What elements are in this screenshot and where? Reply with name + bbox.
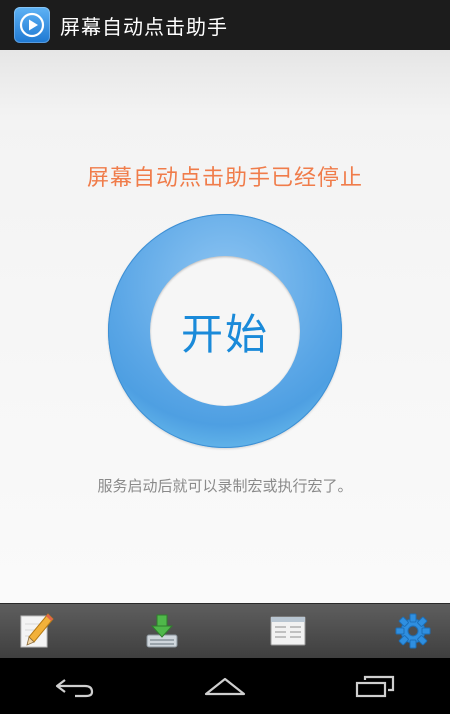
screen: 屏幕自动点击助手 屏幕自动点击助手已经停止 开始 服务启动后就可以录制宏或执行宏… — [0, 0, 450, 714]
import-button[interactable] — [137, 606, 187, 656]
recent-apps-icon — [355, 675, 395, 698]
settings-button[interactable] — [388, 606, 438, 656]
system-nav-bar — [0, 658, 450, 714]
download-icon — [146, 614, 178, 648]
back-button[interactable] — [35, 666, 115, 706]
main-content: 屏幕自动点击助手已经停止 开始 服务启动后就可以录制宏或执行宏了。 — [0, 50, 450, 603]
edit-button[interactable] — [12, 606, 62, 656]
home-button[interactable] — [185, 666, 265, 706]
window-list-icon — [270, 616, 306, 646]
recent-apps-button[interactable] — [335, 666, 415, 706]
bottom-toolbar — [0, 603, 450, 658]
gear-icon — [395, 613, 431, 649]
play-icon — [14, 7, 50, 43]
hint-text: 服务启动后就可以录制宏或执行宏了。 — [97, 477, 353, 495]
status-text: 屏幕自动点击助手已经停止 — [86, 166, 363, 191]
start-label: 开始 — [180, 309, 269, 359]
back-icon — [55, 679, 94, 698]
macro-list-button[interactable] — [263, 606, 313, 656]
start-button-center[interactable]: 开始 — [150, 256, 300, 406]
home-icon — [204, 677, 246, 696]
app-title: 屏幕自动点击助手 — [60, 14, 228, 39]
title-bar: 屏幕自动点击助手 — [0, 0, 450, 50]
start-button[interactable]: 开始 — [108, 214, 342, 448]
pencil-icon — [20, 613, 54, 648]
